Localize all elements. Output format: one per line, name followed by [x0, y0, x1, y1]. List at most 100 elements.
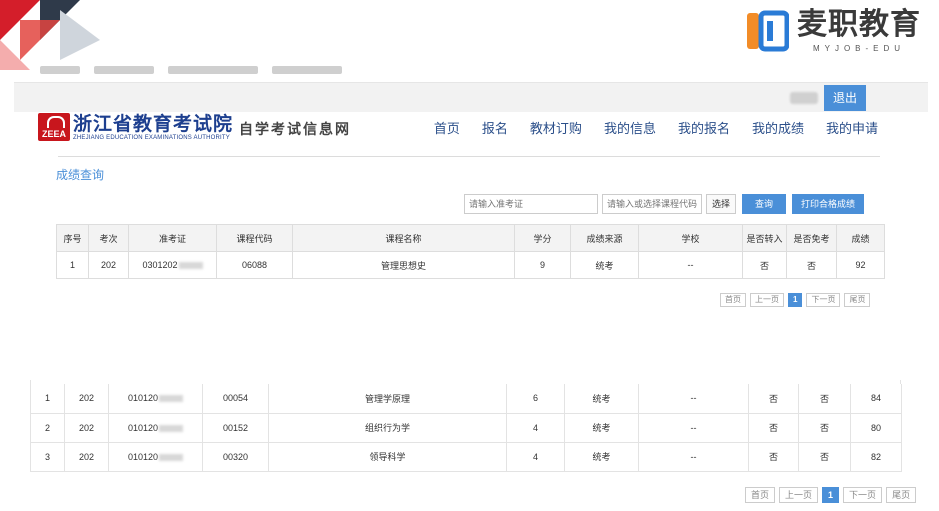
cell-name: 领导科学 — [268, 442, 507, 472]
print-passed-scores-button[interactable]: 打印合格成绩 — [792, 194, 864, 214]
pager-last[interactable]: 尾页 — [844, 293, 871, 307]
cell-name: 管理思想史 — [292, 251, 515, 279]
nav-my-applications[interactable]: 我的申请 — [826, 118, 878, 137]
browser-bookmarks-strip — [40, 62, 440, 76]
cell-no: 3 — [30, 442, 65, 472]
cell-session: 202 — [88, 251, 129, 279]
cell-score: 80 — [850, 413, 902, 443]
logo-seal-icon: ZEEA — [38, 113, 70, 141]
site-subtitle: 自学考试信息网 — [239, 122, 352, 138]
brand-subtitle: MYJOB-EDU — [812, 44, 906, 53]
cert-prefix: 0301202 — [142, 260, 178, 270]
pager-last[interactable]: 尾页 — [886, 487, 917, 503]
cell-no: 1 — [56, 251, 89, 279]
cell-exempt: 否 — [786, 251, 837, 279]
username-redacted — [790, 92, 818, 104]
table-header-row: 序号 考次 准考证 课程代码 课程名称 学分 成绩来源 学校 是否转入 是否免考… — [56, 224, 885, 252]
cell-credit: 9 — [514, 251, 571, 279]
site-header: ZEEA 浙江省教育考试院 ZHEJIANG EDUCATION EXAMINA… — [14, 112, 928, 157]
pager-first[interactable]: 首页 — [720, 293, 746, 307]
cell-source: 统考 — [564, 413, 639, 443]
brand-name: 麦职教育 — [797, 7, 921, 42]
cell-source: 统考 — [564, 384, 639, 414]
cell-credit: 4 — [506, 442, 565, 472]
cert-number-input[interactable] — [464, 194, 598, 214]
col-header-cert: 准考证 — [128, 224, 217, 252]
page-title: 成绩查询 — [56, 168, 105, 182]
col-header-name: 课程名称 — [292, 224, 515, 252]
cell-name: 组织行为学 — [268, 413, 507, 443]
course-code-input[interactable] — [602, 194, 702, 214]
nav-register[interactable]: 报名 — [482, 118, 508, 137]
col-header-source: 成绩来源 — [570, 224, 639, 252]
cell-transferred: 否 — [748, 384, 799, 414]
col-header-school: 学校 — [638, 224, 743, 252]
cell-transferred: 否 — [748, 442, 799, 472]
cell-code: 00152 — [202, 413, 269, 443]
cell-session: 202 — [64, 413, 109, 443]
cert-redacted — [178, 262, 203, 270]
cell-no: 1 — [30, 384, 65, 414]
cell-school: -- — [638, 413, 749, 443]
cell-credit: 4 — [506, 413, 565, 443]
cell-exempt: 否 — [798, 384, 851, 414]
header-divider — [58, 156, 880, 157]
decorative-triangles — [0, 0, 100, 70]
query-button[interactable]: 查询 — [742, 194, 786, 214]
brand-watermark: 麦职教育 MYJOB-EDU — [745, 8, 921, 53]
nav-my-info[interactable]: 我的信息 — [604, 118, 656, 137]
cert-prefix: 010120 — [127, 393, 159, 404]
pagination: 首页 上一页 1 下一页 尾页 — [716, 293, 871, 307]
cell-source: 统考 — [570, 251, 639, 279]
col-header-transferred: 是否转入 — [742, 224, 787, 252]
cell-exempt: 否 — [798, 442, 851, 472]
pagination-2: 首页 上一页 1 下一页 尾页 — [741, 487, 917, 503]
cert-redacted — [159, 453, 184, 461]
col-header-exempt: 是否免考 — [786, 224, 837, 252]
pager-first[interactable]: 首页 — [745, 487, 776, 503]
nav-my-scores[interactable]: 我的成绩 — [752, 118, 804, 137]
cell-school: -- — [638, 251, 743, 279]
cell-code: 00054 — [202, 384, 269, 414]
main-nav: 首页 报名 教材订购 我的信息 我的报名 我的成绩 我的申请 — [412, 118, 878, 137]
table-row: 1 202 0301202 06088 管理思想史 9 统考 -- 否 否 92 — [56, 251, 885, 279]
pager-current[interactable]: 1 — [788, 293, 803, 307]
cell-cert: 010120 — [108, 384, 203, 414]
cell-cert: 010120 — [108, 442, 203, 472]
cert-redacted — [159, 395, 184, 403]
nav-home[interactable]: 首页 — [434, 118, 460, 137]
nav-textbooks[interactable]: 教材订购 — [530, 118, 582, 137]
pager-prev[interactable]: 上一页 — [779, 487, 819, 503]
pager-current[interactable]: 1 — [822, 487, 840, 503]
filter-bar: 选择 查询 打印合格成绩 — [464, 194, 864, 214]
site-title-en: ZHEJIANG EDUCATION EXAMINATIONS AUTHORIT… — [73, 135, 230, 141]
table-row: 3 202 010120 00320 领导科学 4 统考 -- 否 否 82 — [30, 442, 902, 472]
cell-score: 82 — [850, 442, 902, 472]
pager-prev[interactable]: 上一页 — [750, 293, 784, 307]
cell-credit: 6 — [506, 384, 565, 414]
cell-cert: 0301202 — [128, 251, 217, 279]
cert-prefix: 010120 — [127, 451, 159, 462]
cell-school: -- — [638, 384, 749, 414]
col-header-no: 序号 — [56, 224, 89, 252]
cell-code: 00320 — [202, 442, 269, 472]
cell-code: 06088 — [216, 251, 293, 279]
nav-my-registration[interactable]: 我的报名 — [678, 118, 730, 137]
pager-next[interactable]: 下一页 — [806, 293, 841, 307]
cell-name: 管理学原理 — [268, 384, 507, 414]
pager-next[interactable]: 下一页 — [843, 487, 883, 503]
cert-redacted — [159, 424, 184, 432]
top-utility-bar: 退出 — [14, 82, 928, 112]
site-logo[interactable]: ZEEA 浙江省教育考试院 ZHEJIANG EDUCATION EXAMINA… — [38, 112, 351, 142]
col-header-code: 课程代码 — [216, 224, 293, 252]
score-table: 序号 考次 准考证 课程代码 课程名称 学分 成绩来源 学校 是否转入 是否免考… — [56, 224, 885, 279]
cell-school: -- — [638, 442, 749, 472]
brand-logo-icon — [747, 10, 789, 51]
site-title: 浙江省教育考试院 — [73, 113, 234, 135]
logout-button[interactable]: 退出 — [824, 85, 866, 111]
col-header-credit: 学分 — [514, 224, 571, 252]
cell-score: 84 — [850, 384, 902, 414]
select-course-button[interactable]: 选择 — [706, 194, 736, 214]
cell-session: 202 — [64, 384, 109, 414]
cell-transferred: 否 — [748, 413, 799, 443]
